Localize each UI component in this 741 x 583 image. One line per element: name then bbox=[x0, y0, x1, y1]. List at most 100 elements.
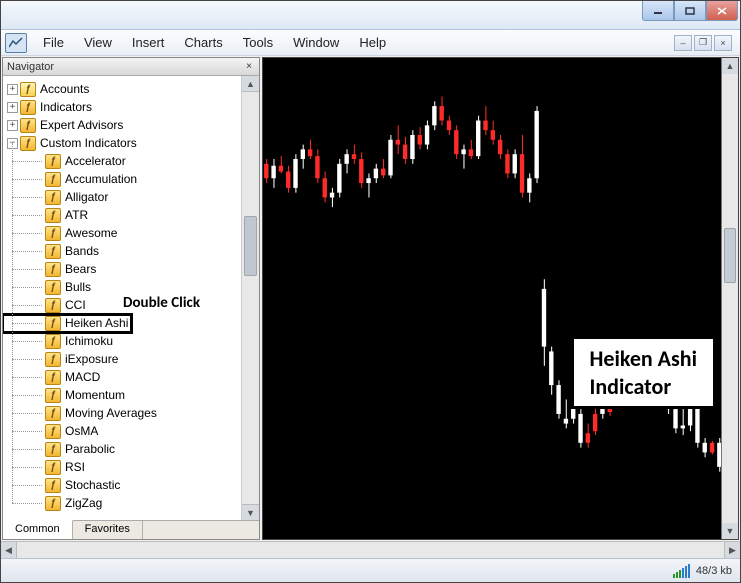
tree-node-momentum[interactable]: ƒ Momentum bbox=[3, 386, 241, 404]
mdi-minimize-button[interactable]: – bbox=[674, 35, 692, 51]
tree-node-alligator[interactable]: ƒ Alligator bbox=[3, 188, 241, 206]
tree-node-atr[interactable]: ƒ ATR bbox=[3, 206, 241, 224]
indicator-icon: ƒ bbox=[45, 154, 61, 169]
indicator-icon: ƒ bbox=[45, 316, 61, 331]
expander-icon[interactable]: + bbox=[7, 120, 18, 131]
scroll-up-button[interactable]: ▲ bbox=[722, 58, 738, 74]
tree-node-bears[interactable]: ƒ Bears bbox=[3, 260, 241, 278]
connection-signal-icon bbox=[673, 564, 690, 578]
tree-node-macd[interactable]: ƒ MACD bbox=[3, 368, 241, 386]
tab-common[interactable]: Common bbox=[3, 520, 73, 539]
navigator-scrollbar[interactable]: ▲ ▼ bbox=[241, 76, 259, 520]
tree-node-bulls[interactable]: ƒ Bulls bbox=[3, 278, 241, 296]
app-icon[interactable] bbox=[5, 33, 27, 53]
expander-icon[interactable]: + bbox=[7, 102, 18, 113]
maximize-icon bbox=[685, 7, 695, 15]
tree-label: Bulls bbox=[65, 280, 91, 294]
tree-node-heiken-ashi[interactable]: ƒ Heiken Ashi bbox=[3, 314, 241, 332]
chart-logo-icon bbox=[9, 37, 23, 49]
tree-node-accumulation[interactable]: ƒ Accumulation bbox=[3, 170, 241, 188]
titlebar[interactable] bbox=[1, 1, 740, 30]
navigator-header[interactable]: Navigator × bbox=[3, 58, 259, 76]
tree-label: Accounts bbox=[40, 82, 89, 96]
tree-label: Accelerator bbox=[65, 154, 126, 168]
chart-vertical-scrollbar[interactable]: ▲ ▼ bbox=[721, 58, 738, 539]
tree-node-cci[interactable]: ƒ CCIDouble Click bbox=[3, 296, 241, 314]
folder-icon: ƒ bbox=[20, 136, 36, 151]
tree-node-parabolic[interactable]: ƒ Parabolic bbox=[3, 440, 241, 458]
menu-view[interactable]: View bbox=[74, 31, 122, 54]
minimize-icon bbox=[653, 7, 663, 15]
tab-favorites[interactable]: Favorites bbox=[73, 521, 143, 539]
indicator-icon: ƒ bbox=[45, 352, 61, 367]
tree-label: Bands bbox=[65, 244, 99, 258]
folder-icon: ƒ bbox=[20, 118, 36, 133]
tree-label: Accumulation bbox=[65, 172, 137, 186]
expander-icon[interactable]: + bbox=[7, 84, 18, 95]
scroll-left-button[interactable]: ◀ bbox=[1, 542, 17, 558]
tree-label: Heiken Ashi bbox=[65, 316, 128, 331]
indicator-icon: ƒ bbox=[45, 388, 61, 403]
tree-node-iexposure[interactable]: ƒ iExposure bbox=[3, 350, 241, 368]
chart-area[interactable]: Heiken Ashi Indicator ▲ ▼ bbox=[262, 57, 739, 540]
chart-annotation-line2: Indicator bbox=[590, 373, 672, 400]
indicator-icon: ƒ bbox=[45, 244, 61, 259]
tree-label: Indicators bbox=[40, 100, 92, 114]
tree-node-zigzag[interactable]: ƒ ZigZag bbox=[3, 494, 241, 512]
indicator-icon: ƒ bbox=[45, 172, 61, 187]
menu-insert[interactable]: Insert bbox=[122, 31, 175, 54]
scroll-right-button[interactable]: ▶ bbox=[724, 542, 740, 558]
tree-label: Stochastic bbox=[65, 478, 120, 492]
double-click-annotation: Double Click bbox=[123, 294, 200, 312]
scroll-up-button[interactable]: ▲ bbox=[242, 76, 259, 92]
tree-node-rsi[interactable]: ƒ RSI bbox=[3, 458, 241, 476]
navigator-close-button[interactable]: × bbox=[242, 59, 256, 73]
menu-file[interactable]: File bbox=[33, 31, 74, 54]
tree-label: CCI bbox=[65, 298, 86, 312]
menu-help[interactable]: Help bbox=[349, 31, 396, 54]
tree-node-ichimoku[interactable]: ƒ Ichimoku bbox=[3, 332, 241, 350]
tree-node-awesome[interactable]: ƒ Awesome bbox=[3, 224, 241, 242]
indicator-icon: ƒ bbox=[45, 406, 61, 421]
bottom-horizontal-scrollbar[interactable]: ◀ ▶ bbox=[1, 541, 740, 558]
tree-node-accelerator[interactable]: ƒ Accelerator bbox=[3, 152, 241, 170]
scroll-thumb[interactable] bbox=[724, 228, 736, 283]
scroll-thumb[interactable] bbox=[244, 216, 257, 276]
close-icon bbox=[717, 7, 727, 15]
indicator-icon: ƒ bbox=[45, 262, 61, 277]
folder-icon: ƒ bbox=[20, 100, 36, 115]
indicator-icon: ƒ bbox=[45, 226, 61, 241]
window-minimize-button[interactable] bbox=[642, 1, 674, 21]
tree-label: Awesome bbox=[65, 226, 117, 240]
menu-window[interactable]: Window bbox=[283, 31, 349, 54]
indicator-icon: ƒ bbox=[45, 442, 61, 457]
tree-node-moving-averages[interactable]: ƒ Moving Averages bbox=[3, 404, 241, 422]
tree-node-accounts[interactable]: + ƒ Accounts bbox=[3, 80, 241, 98]
tree-node-bands[interactable]: ƒ Bands bbox=[3, 242, 241, 260]
scroll-down-button[interactable]: ▼ bbox=[242, 504, 259, 520]
mdi-restore-button[interactable]: ❐ bbox=[694, 35, 712, 51]
window-close-button[interactable] bbox=[706, 1, 738, 21]
window-maximize-button[interactable] bbox=[674, 1, 706, 21]
tree-node-custom-indicators[interactable]: − ƒ Custom Indicators bbox=[3, 134, 241, 152]
indicator-icon: ƒ bbox=[45, 424, 61, 439]
tree-node-stochastic[interactable]: ƒ Stochastic bbox=[3, 476, 241, 494]
navigator-tree[interactable]: + ƒ Accounts+ ƒ Indicators+ ƒ Expert Adv… bbox=[3, 76, 241, 520]
scroll-down-button[interactable]: ▼ bbox=[722, 523, 738, 539]
tree-label: Ichimoku bbox=[65, 334, 113, 348]
tree-node-osma[interactable]: ƒ OsMA bbox=[3, 422, 241, 440]
statusbar: 48/3 kb bbox=[1, 558, 740, 582]
tree-node-indicators[interactable]: + ƒ Indicators bbox=[3, 98, 241, 116]
mdi-close-button[interactable]: × bbox=[714, 35, 732, 51]
menu-charts[interactable]: Charts bbox=[174, 31, 232, 54]
app-window: FileViewInsertChartsToolsWindowHelp – ❐ … bbox=[0, 0, 741, 583]
indicator-icon: ƒ bbox=[45, 478, 61, 493]
window-controls bbox=[642, 1, 738, 21]
tree-label: Moving Averages bbox=[65, 406, 157, 420]
tree-label: ZigZag bbox=[65, 496, 102, 510]
tree-node-expert-advisors[interactable]: + ƒ Expert Advisors bbox=[3, 116, 241, 134]
candlestick-chart bbox=[263, 58, 738, 539]
tree-label: Bears bbox=[65, 262, 96, 276]
menu-tools[interactable]: Tools bbox=[233, 31, 283, 54]
tree-label: ATR bbox=[65, 208, 88, 222]
